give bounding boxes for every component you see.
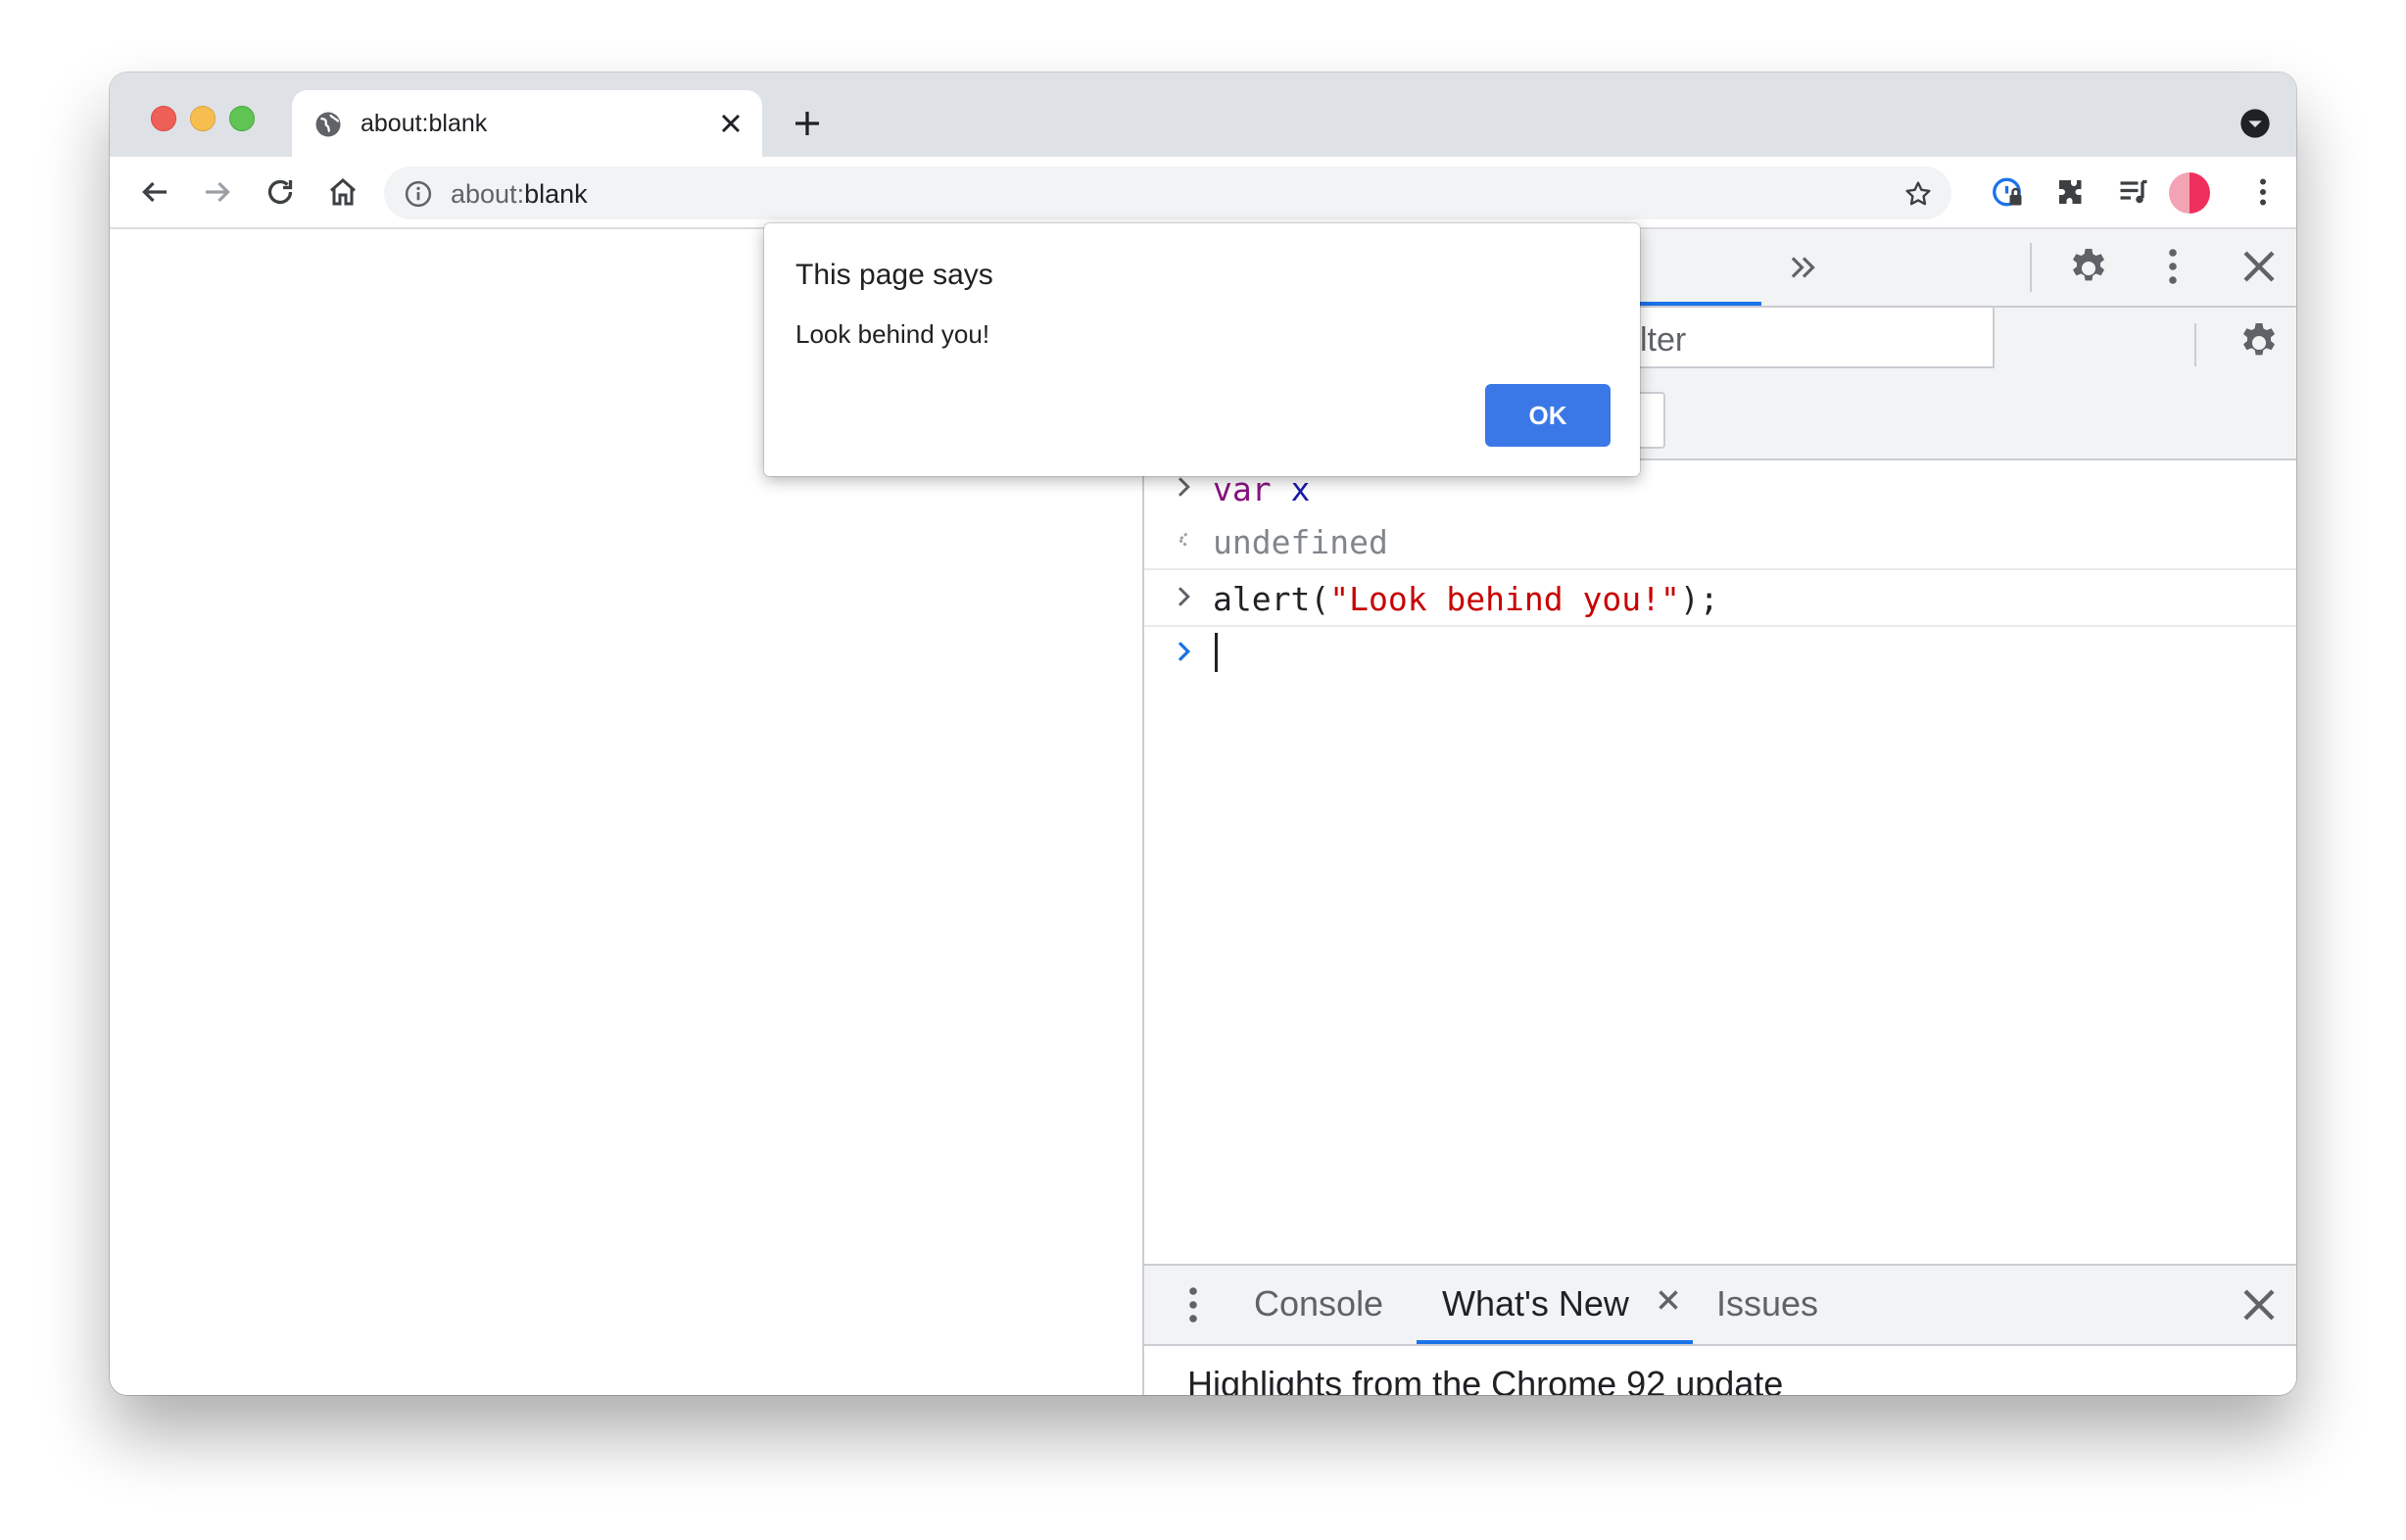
drawer-tab-issues[interactable]: Issues: [1716, 1283, 1818, 1324]
filter-placeholder: lter: [1640, 321, 1687, 359]
whats-new-heading: Highlights from the Chrome 92 update: [1187, 1364, 1784, 1395]
back-arrow-icon[interactable]: [137, 174, 172, 210]
info-icon[interactable]: [404, 179, 433, 209]
console-result-value: undefined: [1213, 523, 1388, 561]
window-minimize-button[interactable]: [190, 106, 216, 131]
alert-title: This page says: [795, 259, 993, 291]
devtools-drawer: Console What's New Issues Highlights fro…: [1144, 1264, 2296, 1395]
tab-title: about:blank: [361, 110, 488, 137]
drawer-tab-console[interactable]: Console: [1254, 1283, 1383, 1324]
console-output[interactable]: var x undefined alert("Look behind you!"…: [1144, 460, 2296, 1264]
ok-button[interactable]: OK: [1485, 384, 1611, 447]
browser-window: about:blank about:blank lter var x undef…: [110, 72, 2296, 1395]
reload-icon[interactable]: [263, 174, 298, 210]
drawer-close-icon[interactable]: [2236, 1281, 2283, 1328]
window-maximize-button[interactable]: [229, 106, 255, 131]
browser-tab[interactable]: about:blank: [292, 90, 762, 157]
console-prompt[interactable]: [1144, 625, 2296, 680]
window-close-button[interactable]: [151, 106, 176, 131]
drawer-active-tab-indicator: [1417, 1340, 1693, 1344]
address-bar[interactable]: about:blank: [384, 167, 1951, 219]
url-host: blank: [524, 179, 588, 209]
toolbar-divider: [2030, 243, 2032, 292]
media-queue-icon[interactable]: [2116, 174, 2151, 210]
address-url[interactable]: about:blank: [451, 179, 588, 210]
text-cursor: [1215, 633, 1218, 672]
globe-icon: [313, 110, 343, 139]
console-filter-input[interactable]: [1634, 308, 1995, 368]
new-tab-button[interactable]: [790, 106, 825, 141]
drawer-tab-bar: Console What's New Issues: [1144, 1266, 2296, 1346]
profile-avatar[interactable]: [2169, 172, 2210, 214]
result-arrow-icon: [1170, 523, 1199, 556]
extensions-puzzle-icon[interactable]: [2053, 174, 2089, 210]
tab-search-icon[interactable]: [2239, 108, 2271, 139]
active-prompt-chevron-icon: [1170, 635, 1199, 668]
browser-menu-icon[interactable]: [2245, 174, 2281, 210]
alert-dialog: This page says Look behind you! OK: [764, 223, 1640, 476]
browser-toolbar: about:blank: [110, 157, 2296, 229]
console-settings-gear-icon[interactable]: [2236, 317, 2283, 364]
console-input-line: alert("Look behind you!");: [1144, 570, 2296, 627]
devtools-settings-gear-icon[interactable]: [2065, 243, 2112, 290]
tab-strip: about:blank: [110, 72, 2296, 157]
alert-message: Look behind you!: [795, 319, 990, 349]
password-manager-icon[interactable]: [1991, 174, 2026, 210]
url-scheme: about:: [451, 179, 525, 209]
devtools-close-icon[interactable]: [2236, 243, 2283, 290]
drawer-tab-whats-new[interactable]: What's New: [1442, 1283, 1629, 1324]
input-prompt-chevron-icon: [1170, 580, 1199, 613]
devtools-menu-icon[interactable]: [2149, 243, 2196, 290]
filter-divider: [2194, 323, 2196, 366]
drawer-menu-icon[interactable]: [1170, 1281, 1217, 1328]
tab-close-icon[interactable]: [715, 108, 746, 139]
bookmark-star-icon[interactable]: [1902, 178, 1934, 210]
home-icon[interactable]: [325, 174, 361, 210]
more-tabs-chevron-icon[interactable]: [1785, 249, 1822, 286]
console-result-line: undefined: [1144, 513, 2296, 570]
forward-arrow-icon[interactable]: [200, 174, 235, 210]
console-code: alert("Look behind you!");: [1213, 580, 1719, 618]
whats-new-close-icon[interactable]: [1652, 1283, 1685, 1317]
